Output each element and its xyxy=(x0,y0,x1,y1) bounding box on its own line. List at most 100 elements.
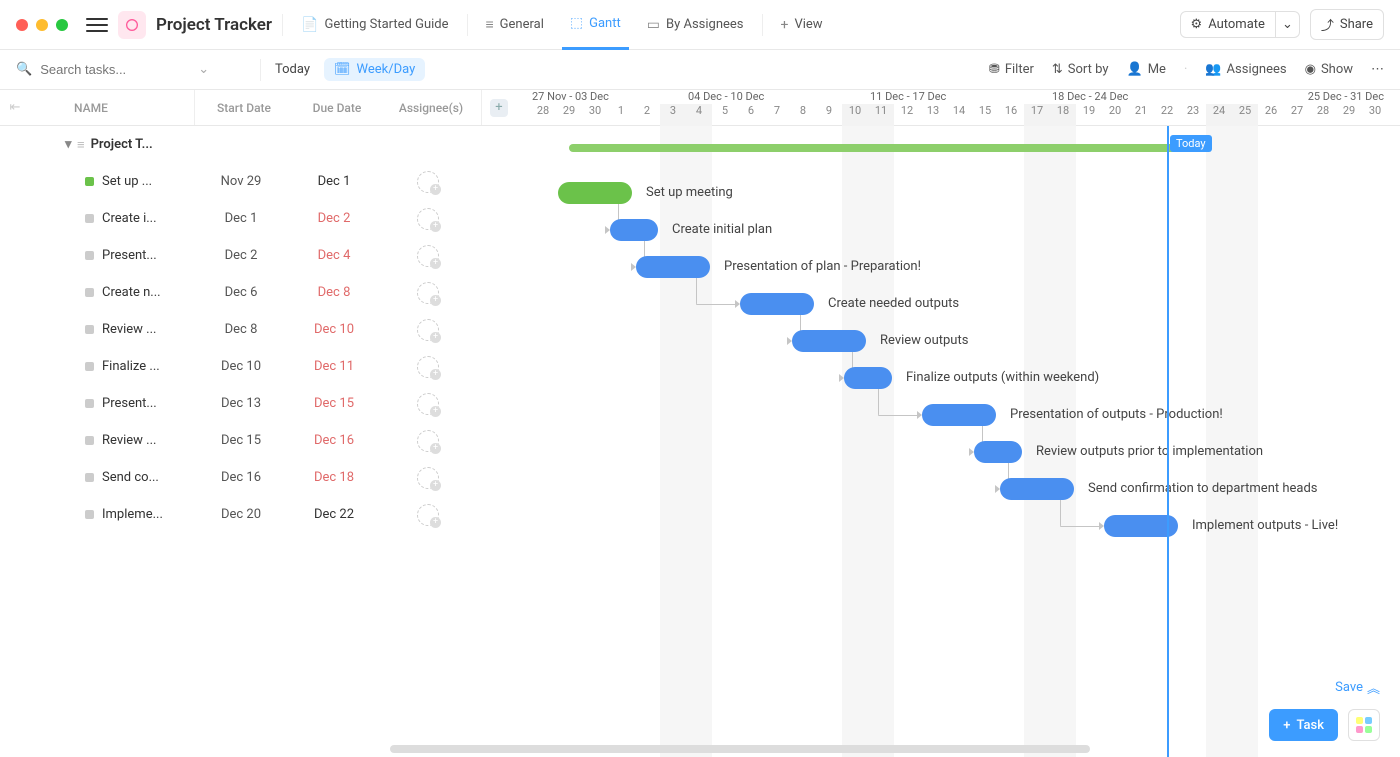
day-cell[interactable]: 27 xyxy=(1284,104,1310,126)
share-button[interactable]: ⤴Share xyxy=(1310,9,1384,40)
due-date[interactable]: Dec 4 xyxy=(290,248,378,263)
task-name[interactable]: Present... xyxy=(102,248,192,263)
task-name[interactable]: Finalize ... xyxy=(102,359,192,374)
start-date[interactable]: Dec 15 xyxy=(192,433,290,448)
add-assignee-icon[interactable] xyxy=(417,208,439,230)
day-cell[interactable]: 11 xyxy=(868,104,894,126)
day-cell[interactable]: 5 xyxy=(712,104,738,126)
horizontal-scrollbar[interactable] xyxy=(390,745,1090,753)
gantt-bar[interactable] xyxy=(610,219,658,241)
close-window-icon[interactable] xyxy=(16,19,28,31)
start-date[interactable]: Dec 1 xyxy=(192,211,290,226)
status-dot[interactable] xyxy=(85,362,94,371)
task-name[interactable]: Create i... xyxy=(102,211,192,226)
due-date[interactable]: Dec 2 xyxy=(290,211,378,226)
search-field[interactable]: 🔍 ⌄ xyxy=(16,62,246,77)
add-view-button[interactable]: +View xyxy=(773,0,831,50)
day-cell[interactable]: 21 xyxy=(1128,104,1154,126)
task-row[interactable]: Present...Dec 13Dec 15 xyxy=(0,385,530,422)
assignee-cell[interactable] xyxy=(378,171,478,193)
gantt-bar-label[interactable]: Implement outputs - Live! xyxy=(1192,518,1338,533)
project-avatar[interactable] xyxy=(118,11,146,39)
day-cell[interactable]: 2 xyxy=(634,104,660,126)
add-assignee-icon[interactable] xyxy=(417,504,439,526)
assignee-cell[interactable] xyxy=(378,393,478,415)
maximize-window-icon[interactable] xyxy=(56,19,68,31)
filter-button[interactable]: ⛃Filter xyxy=(989,62,1034,77)
col-start[interactable]: Start Date xyxy=(195,90,293,125)
more-menu[interactable]: ⋯ xyxy=(1371,62,1384,77)
day-cell[interactable]: 14 xyxy=(946,104,972,126)
gantt-bar[interactable] xyxy=(636,256,710,278)
add-assignee-icon[interactable] xyxy=(417,393,439,415)
assignee-cell[interactable] xyxy=(378,208,478,230)
assignee-cell[interactable] xyxy=(378,319,478,341)
gantt-bar[interactable] xyxy=(844,367,892,389)
day-cell[interactable]: 16 xyxy=(998,104,1024,126)
start-date[interactable]: Dec 6 xyxy=(192,285,290,300)
task-row[interactable]: Create n...Dec 6Dec 8 xyxy=(0,274,530,311)
gantt-bar-label[interactable]: Review outputs xyxy=(880,333,968,348)
automate-dropdown[interactable]: ⌄ xyxy=(1276,11,1300,38)
status-dot[interactable] xyxy=(85,510,94,519)
day-cell[interactable]: 28 xyxy=(530,104,556,126)
start-date[interactable]: Nov 29 xyxy=(192,174,290,189)
day-cell[interactable]: 7 xyxy=(764,104,790,126)
start-date[interactable]: Dec 20 xyxy=(192,507,290,522)
add-column[interactable]: + xyxy=(481,90,516,125)
gantt-bar[interactable] xyxy=(974,441,1022,463)
day-cell[interactable]: 23 xyxy=(1180,104,1206,126)
day-cell[interactable]: 8 xyxy=(790,104,816,126)
day-cell[interactable]: 18 xyxy=(1050,104,1076,126)
day-cell[interactable]: 22 xyxy=(1154,104,1180,126)
task-name[interactable]: Review ... xyxy=(102,322,192,337)
search-input[interactable] xyxy=(40,62,190,77)
col-assignees[interactable]: Assignee(s) xyxy=(381,90,481,125)
gantt-bar-label[interactable]: Set up meeting xyxy=(646,185,733,200)
gantt-bar[interactable] xyxy=(1000,478,1074,500)
assignee-cell[interactable] xyxy=(378,282,478,304)
day-cell[interactable]: 26 xyxy=(1258,104,1284,126)
day-cell[interactable]: 13 xyxy=(920,104,946,126)
add-assignee-icon[interactable] xyxy=(417,245,439,267)
status-dot[interactable] xyxy=(85,473,94,482)
today-link[interactable]: Today xyxy=(275,62,310,77)
day-cell[interactable]: 4 xyxy=(686,104,712,126)
due-date[interactable]: Dec 10 xyxy=(290,322,378,337)
day-cell[interactable]: 30 xyxy=(1362,104,1388,126)
status-dot[interactable] xyxy=(85,177,94,186)
automate-button[interactable]: ⚙Automate xyxy=(1180,11,1276,38)
assignee-cell[interactable] xyxy=(378,504,478,526)
day-cell[interactable]: 30 xyxy=(582,104,608,126)
add-assignee-icon[interactable] xyxy=(417,171,439,193)
status-dot[interactable] xyxy=(85,251,94,260)
due-date[interactable]: Dec 8 xyxy=(290,285,378,300)
start-date[interactable]: Dec 16 xyxy=(192,470,290,485)
gantt-bar-label[interactable]: Send confirmation to department heads xyxy=(1088,481,1318,496)
day-cell[interactable]: 9 xyxy=(816,104,842,126)
col-name[interactable]: NAME xyxy=(30,90,195,125)
status-dot[interactable] xyxy=(85,399,94,408)
assignee-cell[interactable] xyxy=(378,245,478,267)
project-title[interactable]: Project Tracker xyxy=(156,15,272,35)
task-row[interactable]: Create i...Dec 1Dec 2 xyxy=(0,200,530,237)
group-bar[interactable] xyxy=(569,144,1193,152)
task-row[interactable]: Present...Dec 2Dec 4 xyxy=(0,237,530,274)
assignees-filter[interactable]: 👥Assignees xyxy=(1205,62,1286,77)
day-cell[interactable]: 19 xyxy=(1076,104,1102,126)
add-assignee-icon[interactable] xyxy=(417,319,439,341)
task-name[interactable]: Impleme... xyxy=(102,507,192,522)
task-row[interactable]: Impleme...Dec 20Dec 22 xyxy=(0,496,530,533)
minimize-window-icon[interactable] xyxy=(36,19,48,31)
task-group-row[interactable]: ▾ ≡Project T... xyxy=(0,126,530,163)
task-name[interactable]: Set up ... xyxy=(102,174,192,189)
apps-button[interactable] xyxy=(1348,709,1380,741)
day-cell[interactable]: 20 xyxy=(1102,104,1128,126)
new-task-button[interactable]: +Task xyxy=(1269,709,1338,741)
task-name[interactable]: Present... xyxy=(102,396,192,411)
day-cell[interactable]: 15 xyxy=(972,104,998,126)
task-row[interactable]: Set up ...Nov 29Dec 1 xyxy=(0,163,530,200)
zoom-selector[interactable]: 🗓Week/Day xyxy=(324,58,425,81)
day-cell[interactable]: 12 xyxy=(894,104,920,126)
due-date[interactable]: Dec 1 xyxy=(290,174,378,189)
